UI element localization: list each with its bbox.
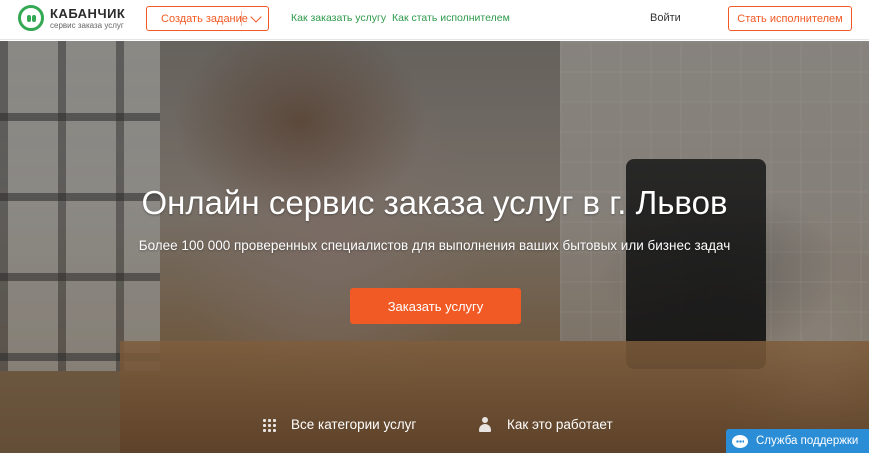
chevron-down-icon (250, 11, 262, 23)
logo-text: КАБАНЧИК сервис заказа услуг (50, 7, 125, 30)
how-it-works-label: Как это работает (507, 417, 613, 432)
all-categories-label: Все категории услуг (291, 417, 417, 432)
hero-banner: Онлайн сервис заказа услуг в г. Львов Бо… (0, 41, 869, 453)
logo-tagline: сервис заказа услуг (50, 20, 124, 30)
support-label: Служба поддержки (756, 435, 859, 447)
logo[interactable]: КАБАНЧИК сервис заказа услуг (18, 5, 125, 31)
create-task-dropdown[interactable]: Создать задание (146, 6, 269, 31)
hero-subtitle: Более 100 000 проверенных специалистов д… (138, 238, 731, 253)
site-header: КАБАНЧИК сервис заказа услуг Создать зад… (0, 0, 869, 40)
user-icon (478, 417, 492, 432)
how-to-order-link[interactable]: Как заказать услугу (291, 12, 386, 24)
all-categories-link[interactable]: Все категории услуг (262, 417, 416, 432)
login-link[interactable]: Войти (650, 12, 681, 24)
how-it-works-link[interactable]: Как это работает (478, 417, 613, 432)
become-performer-button[interactable]: Стать исполнителем (728, 6, 852, 31)
support-chat-button[interactable]: Служба поддержки (726, 429, 869, 453)
create-task-label: Создать задание (161, 12, 248, 25)
order-service-button[interactable]: Заказать услугу (350, 288, 521, 324)
pig-snout-logo-icon (18, 5, 44, 31)
logo-name: КАБАНЧИК (50, 5, 126, 21)
grid-icon (262, 417, 276, 432)
hero-title: Онлайн сервис заказа услуг в г. Львов (141, 184, 728, 221)
divider (241, 11, 242, 26)
how-to-become-performer-link[interactable]: Как стать исполнителем (392, 12, 510, 24)
chat-icon (732, 434, 748, 448)
